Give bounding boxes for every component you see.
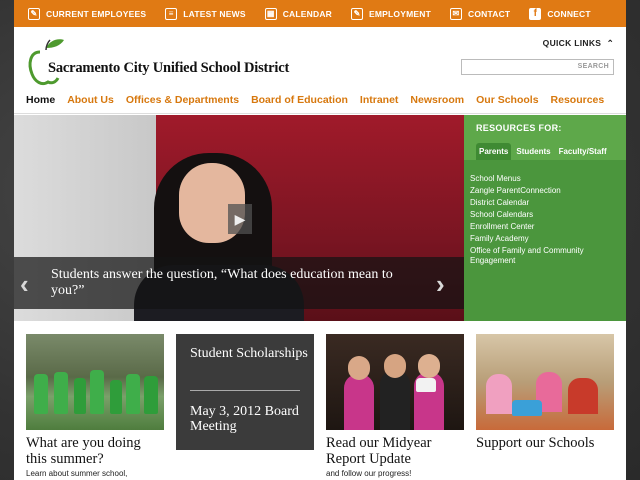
nav-intranet[interactable]: Intranet — [360, 94, 399, 106]
edit-icon: ✎ — [351, 7, 364, 20]
search-input[interactable]: SEARCH — [461, 59, 614, 75]
scholarships-title: Student Scholarships — [190, 346, 308, 361]
edit-icon: ✎ — [28, 7, 40, 20]
midyear-students-photo — [326, 334, 464, 430]
resource-link[interactable]: School Menus — [470, 174, 620, 184]
tab-students[interactable]: Students — [513, 143, 553, 160]
utility-bar: ✎ CURRENT EMPLOYEES ≡ LATEST NEWS ▦ CALE… — [14, 0, 626, 27]
topbar-label: CONTACT — [468, 8, 511, 19]
nav-divider — [14, 113, 626, 114]
nav-about-us[interactable]: About Us — [67, 94, 114, 106]
quick-links-label: QUICK LINKS — [542, 38, 602, 48]
chevron-left-icon[interactable]: ‹ — [20, 271, 29, 297]
topbar-connect[interactable]: f CONNECT — [529, 7, 591, 20]
topbar-employment[interactable]: ✎ EMPLOYMENT — [351, 7, 431, 20]
scholarships-box: Student Scholarships May 3, 2012 Board M… — [176, 334, 314, 450]
chevron-up-icon: ⌃ — [603, 38, 614, 48]
play-icon[interactable]: ▶ — [228, 204, 252, 234]
hero-slideshow[interactable]: ▶ ‹ Students answer the question, “What … — [14, 115, 464, 321]
resources-links: School Menus Zangle ParentConnection Dis… — [470, 174, 620, 268]
topbar-label: CONNECT — [547, 8, 591, 19]
resource-link[interactable]: Enrollment Center — [470, 222, 620, 232]
hero-caption[interactable]: Students answer the question, “What does… — [51, 267, 411, 299]
resource-link[interactable]: School Calendars — [470, 210, 620, 220]
card-title: Support our Schools — [476, 435, 595, 451]
classroom-photo — [476, 334, 614, 430]
card-midyear-report[interactable]: Read our Midyear Report Update and follo… — [326, 334, 464, 478]
card-scholarships[interactable]: Student Scholarships May 3, 2012 Board M… — [176, 334, 314, 450]
card-title: What are you doing this summer? — [26, 435, 141, 467]
envelope-icon: ✉ — [450, 7, 462, 20]
district-logo[interactable]: Sacramento City Unified School District — [26, 34, 289, 88]
resources-panel: RESOURCES FOR: Parents Students Faculty/… — [464, 115, 626, 321]
topbar-calendar[interactable]: ▦ CALENDAR — [264, 7, 333, 20]
main-nav: Home About Us Offices & Departments Boar… — [26, 94, 616, 106]
nav-offices-departments[interactable]: Offices & Departments — [126, 94, 239, 106]
page: ✎ CURRENT EMPLOYEES ≡ LATEST NEWS ▦ CALE… — [14, 0, 626, 480]
facebook-icon: f — [529, 7, 542, 20]
card-support-schools[interactable]: Support our Schools — [476, 334, 614, 451]
chevron-right-icon[interactable]: › — [436, 271, 445, 297]
resources-tab-panel: School Menus Zangle ParentConnection Dis… — [464, 160, 626, 321]
topbar-label: LATEST NEWS — [183, 8, 246, 19]
feature-cards: What are you doing this summer? Learn ab… — [14, 321, 626, 480]
hero-caption-bar: ‹ Students answer the question, “What do… — [14, 257, 464, 309]
card-subtitle: and follow our progress! — [326, 469, 412, 478]
resource-link[interactable]: Office of Family and Community Engagemen… — [470, 246, 620, 266]
topbar-label: CURRENT EMPLOYEES — [46, 8, 147, 19]
nav-newsroom[interactable]: Newsroom — [410, 94, 464, 106]
resources-title: RESOURCES FOR: — [476, 123, 562, 133]
resource-link[interactable]: Family Academy — [470, 234, 620, 244]
card-title: Read our Midyear Report Update — [326, 435, 432, 467]
newspaper-icon: ≡ — [165, 7, 178, 20]
nav-board-of-education[interactable]: Board of Education — [251, 94, 348, 106]
resources-tabs: Parents Students Faculty/Staff — [476, 143, 612, 160]
resource-link[interactable]: District Calendar — [470, 198, 620, 208]
topbar-label: CALENDAR — [282, 8, 333, 19]
district-name: Sacramento City Unified School District — [48, 60, 290, 76]
search-button[interactable]: SEARCH — [578, 63, 609, 70]
topbar-latest-news[interactable]: ≡ LATEST NEWS — [165, 7, 246, 20]
nav-home[interactable]: Home — [26, 94, 55, 106]
calendar-icon: ▦ — [264, 7, 277, 20]
topbar-current-employees[interactable]: ✎ CURRENT EMPLOYEES — [28, 7, 147, 20]
tab-parents[interactable]: Parents — [476, 143, 512, 160]
card-summer[interactable]: What are you doing this summer? Learn ab… — [26, 334, 164, 478]
topbar-contact[interactable]: ✉ CONTACT — [450, 7, 511, 20]
summer-students-photo — [26, 334, 164, 430]
card-subtitle: Learn about summer school, — [26, 469, 128, 478]
board-meeting-text: May 3, 2012 Board Meeting — [190, 404, 299, 434]
divider — [190, 390, 300, 391]
nav-resources[interactable]: Resources — [551, 94, 605, 106]
tab-faculty-staff[interactable]: Faculty/Staff — [556, 143, 610, 160]
resource-link[interactable]: Zangle ParentConnection — [470, 186, 620, 196]
quick-links-toggle[interactable]: QUICK LINKS ⌃ — [543, 38, 614, 49]
nav-our-schools[interactable]: Our Schools — [476, 94, 538, 106]
topbar-label: EMPLOYMENT — [369, 8, 431, 19]
